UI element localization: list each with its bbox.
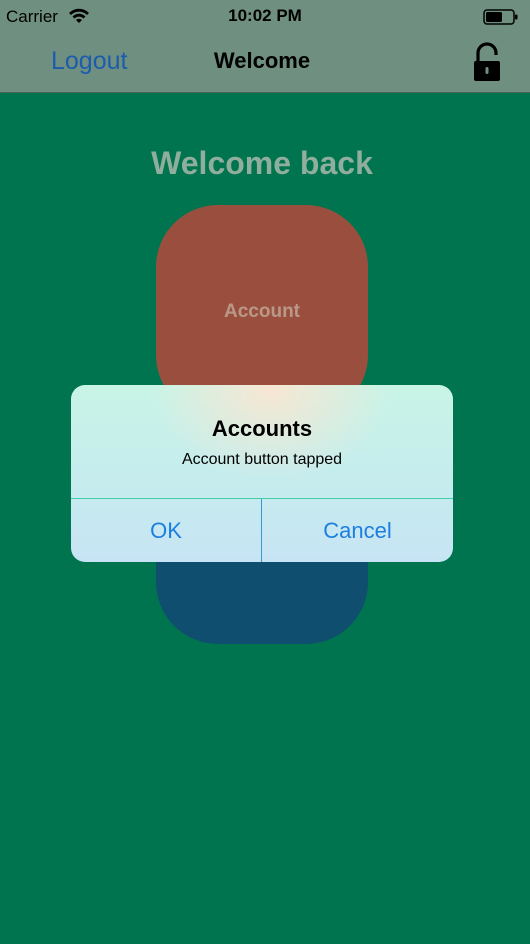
alert-title: Accounts (211, 416, 313, 441)
cancel-button[interactable]: Cancel (262, 499, 453, 562)
app-screen: Carrier 10:02 PM Logout Welcome Welcome … (0, 0, 530, 944)
ok-button[interactable]: OK (71, 499, 261, 562)
unlocked-padlock-icon[interactable] (470, 42, 504, 82)
navigation-bar: Logout Welcome (0, 34, 530, 93)
battery-icon (483, 9, 518, 25)
status-bar: Carrier 10:02 PM (0, 0, 530, 34)
alert-message: Account button tapped (181, 451, 343, 468)
nav-title: Welcome (213, 48, 311, 73)
status-time: 10:02 PM (228, 6, 302, 25)
account-button-label: Account (224, 301, 300, 322)
welcome-heading: Welcome back (151, 145, 373, 181)
alert-dialog: Accounts Account button tapped OK Cancel (71, 385, 453, 562)
